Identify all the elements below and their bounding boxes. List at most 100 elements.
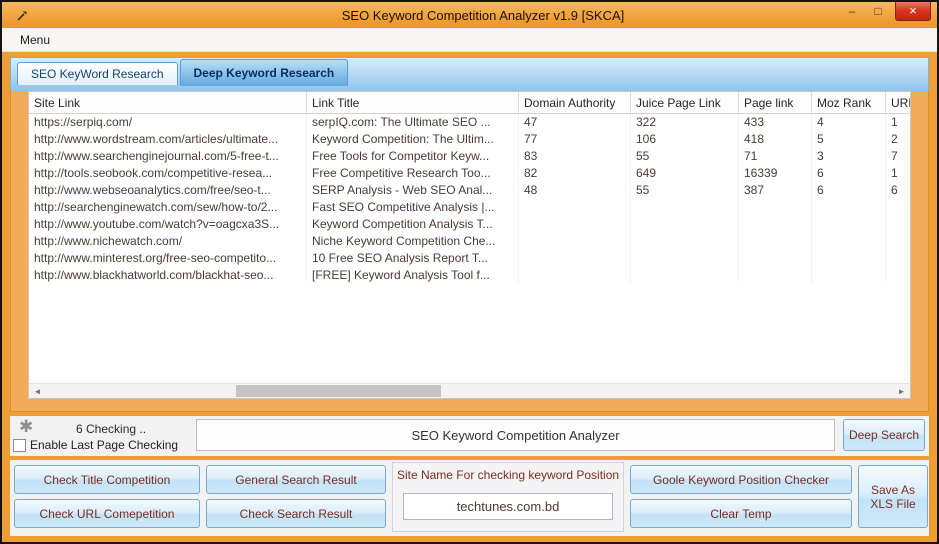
table-cell [631,250,739,267]
maximize-button[interactable]: □ [869,2,887,20]
table-row[interactable]: http://www.blackhatworld.com/blackhat-se… [29,267,910,284]
grid-body: https://serpiq.com/serpIQ.com: The Ultim… [29,114,910,383]
table-cell: http://www.webseoanalytics.com/free/seo-… [29,182,307,199]
table-cell: 7 [886,148,910,165]
menu-item-menu[interactable]: Menu [14,31,56,49]
table-cell: 55 [631,182,739,199]
site-name-input[interactable] [403,493,613,520]
enable-last-page-label: Enable Last Page Checking [30,438,179,452]
clear-temp-button[interactable]: Clear Temp [630,499,852,528]
table-row[interactable]: http://searchenginewatch.com/sew/how-to/… [29,199,910,216]
column-header[interactable]: URL [886,92,910,113]
check-search-result-button[interactable]: Check Search Result [206,499,386,528]
table-cell: SERP Analysis - Web SEO Anal... [307,182,519,199]
app-name-banner: SEO Keyword Competition Analyzer [196,419,835,451]
client-area: SEO KeyWord Research Deep Keyword Resear… [2,52,937,542]
scroll-left-arrow-icon[interactable]: ◄ [29,384,46,398]
title-bar[interactable]: SEO Keyword Competition Analyzer v1.9 [S… [2,2,937,28]
table-cell [519,250,631,267]
table-row[interactable]: http://www.webseoanalytics.com/free/seo-… [29,182,910,199]
table-row[interactable]: http://www.wordstream.com/articles/ultim… [29,131,910,148]
table-row[interactable]: http://tools.seobook.com/competitive-res… [29,165,910,182]
table-cell [886,233,910,250]
table-cell [886,267,910,284]
scrollbar-thumb[interactable] [236,385,441,397]
table-cell [631,199,739,216]
table-cell: http://tools.seobook.com/competitive-res… [29,165,307,182]
table-cell: 3 [812,148,886,165]
table-cell: http://searchenginewatch.com/sew/how-to/… [29,199,307,216]
table-cell [886,250,910,267]
table-cell: https://serpiq.com/ [29,114,307,131]
status-strip: ✱ 6 Checking .. Enable Last Page Checkin… [10,416,929,456]
table-cell: 6 [886,182,910,199]
table-cell: 649 [631,165,739,182]
table-row[interactable]: http://www.minterest.org/free-seo-compet… [29,250,910,267]
column-header[interactable]: Page link [739,92,812,113]
table-row[interactable]: http://www.youtube.com/watch?v=oagcxa3S.… [29,216,910,233]
column-header[interactable]: Juice Page Link [631,92,739,113]
action-panel: Check Title Competition Check URL Comepe… [10,460,929,536]
menu-bar: Menu [2,28,937,52]
table-cell: 4 [812,114,886,131]
close-button[interactable]: × [895,2,931,21]
table-cell: 1 [886,165,910,182]
column-header[interactable]: Link Title [307,92,519,113]
table-cell [631,216,739,233]
scroll-right-arrow-icon[interactable]: ► [893,384,910,398]
horizontal-scrollbar[interactable]: ◄ ► [29,383,910,398]
table-cell: 5 [812,131,886,148]
table-cell: 322 [631,114,739,131]
google-keyword-position-checker-button[interactable]: Goole Keyword Position Checker [630,465,852,494]
checking-status-text: 6 Checking .. [76,422,147,436]
table-cell [631,233,739,250]
table-cell [886,216,910,233]
table-cell: 55 [631,148,739,165]
column-header[interactable]: Site Link [29,92,307,113]
table-cell [739,216,812,233]
spinner-icon: ✱ [19,417,34,436]
table-cell: 418 [739,131,812,148]
table-cell: http://www.wordstream.com/articles/ultim… [29,131,307,148]
tab-strip: SEO KeyWord Research Deep Keyword Resear… [10,57,929,91]
scrollbar-track[interactable] [46,384,893,398]
enable-last-page-checking[interactable]: Enable Last Page Checking [13,438,178,452]
table-cell: Keyword Competition: The Ultim... [307,131,519,148]
site-name-group-label: Site Name For checking keyword Position [396,468,620,482]
table-cell: 71 [739,148,812,165]
table-cell [812,250,886,267]
table-cell [739,250,812,267]
tab-page-deep-keyword-research: Site Link Link Title Domain Authority Juice… [10,91,929,412]
table-row[interactable]: http://www.searchenginejournal.com/5-fre… [29,148,910,165]
column-header[interactable]: Domain Authority [519,92,631,113]
general-search-result-button[interactable]: General Search Result [206,465,386,494]
table-cell [519,199,631,216]
table-cell [812,267,886,284]
deep-search-button[interactable]: Deep Search [843,419,925,451]
check-title-competition-button[interactable]: Check Title Competition [14,465,200,494]
tab-deep-keyword-research[interactable]: Deep Keyword Research [179,59,349,86]
table-cell: [FREE] Keyword Analysis Tool f... [307,267,519,284]
table-cell: Free Competitive Research Too... [307,165,519,182]
enable-last-page-checkbox[interactable] [13,438,26,452]
table-cell [739,267,812,284]
table-cell: http://www.blackhatworld.com/blackhat-se… [29,267,307,284]
table-cell: 2 [886,131,910,148]
table-cell [812,216,886,233]
table-row[interactable]: http://www.nichewatch.com/Niche Keyword … [29,233,910,250]
table-cell [886,199,910,216]
table-cell: Fast SEO Competitive Analysis |... [307,199,519,216]
check-url-competition-button[interactable]: Check URL Comepetition [14,499,200,528]
column-header[interactable]: Moz Rank [812,92,886,113]
save-as-xls-button[interactable]: Save As XLS File [858,465,928,528]
app-window: SEO Keyword Competition Analyzer v1.9 [S… [0,0,939,544]
table-row[interactable]: https://serpiq.com/serpIQ.com: The Ultim… [29,114,910,131]
window-title: SEO Keyword Competition Analyzer v1.9 [S… [341,7,625,23]
site-name-groupbox: Site Name For checking keyword Position [392,462,624,532]
table-cell: 387 [739,182,812,199]
table-cell: Keyword Competition Analysis T... [307,216,519,233]
table-cell: 48 [519,182,631,199]
minimize-button[interactable]: – [843,2,861,20]
tab-seo-keyword-research[interactable]: SEO KeyWord Research [17,62,178,85]
table-cell: Free Tools for Competitor Keyw... [307,148,519,165]
